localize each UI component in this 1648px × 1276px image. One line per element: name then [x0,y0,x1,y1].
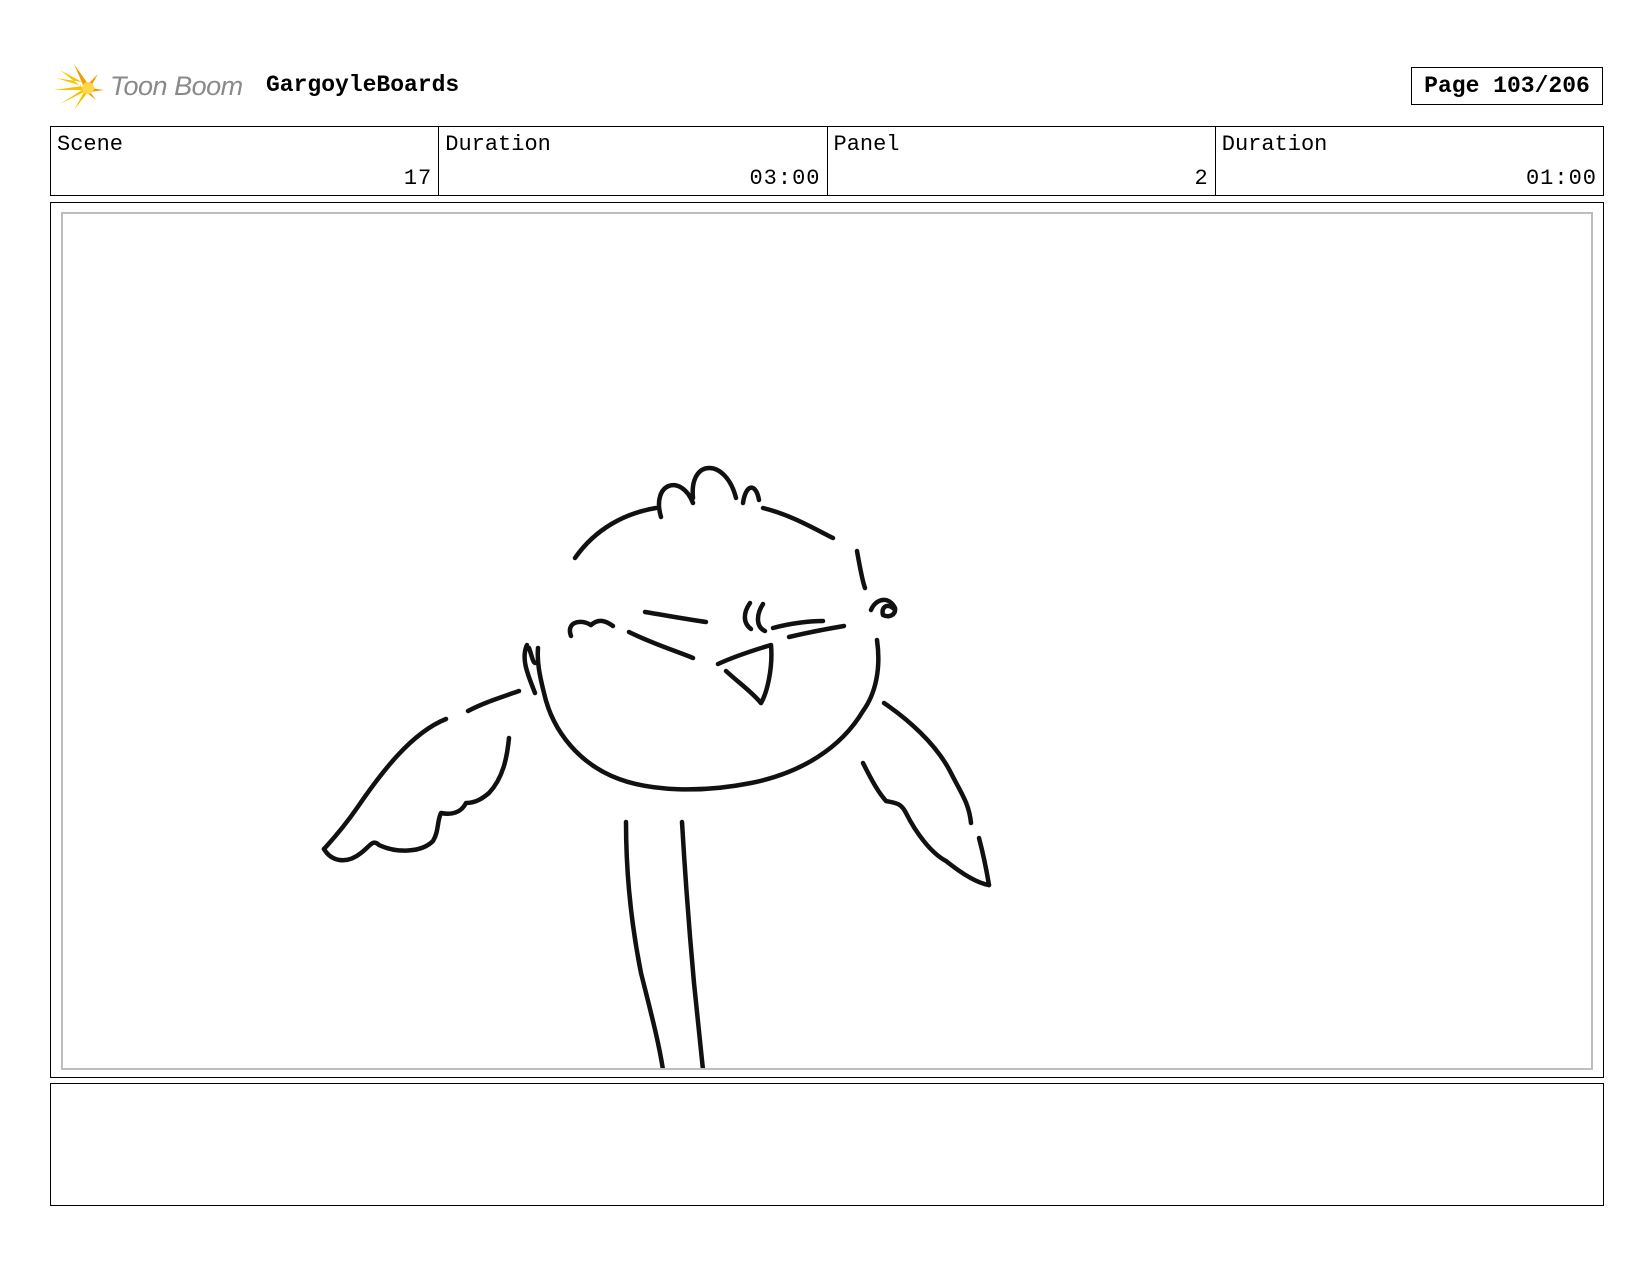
panel-duration-value: 01:00 [1525,166,1597,191]
panel-label: Panel [833,132,900,157]
scene-label: Scene [57,132,124,157]
page-number: Page 103/206 [1411,67,1603,105]
panel-duration-cell: Duration 01:00 [1216,127,1603,195]
panel-cell: Panel 2 [828,127,1216,195]
scene-cell: Scene 17 [51,127,440,195]
panel-value: 2 [1194,166,1209,191]
storyboard-panel [50,202,1604,1078]
scene-duration-cell: Duration 03:00 [439,127,828,195]
logo-text: Toon Boom [110,70,243,101]
panel-notes [50,1083,1604,1206]
scene-duration-value: 03:00 [749,166,821,191]
toon-boom-starburst-icon [54,64,104,110]
panel-image-area [61,212,1593,1070]
scene-value: 17 [403,166,433,191]
scene-duration-label: Duration [445,132,551,157]
bird-sketch-drawing [321,465,992,1068]
project-title: GargoyleBoards [266,72,460,98]
toon-boom-logo: Toon Boom [52,58,243,114]
info-table: Scene 17 Duration 03:00 Panel 2 Duration… [50,126,1604,196]
panel-duration-label: Duration [1221,132,1328,157]
